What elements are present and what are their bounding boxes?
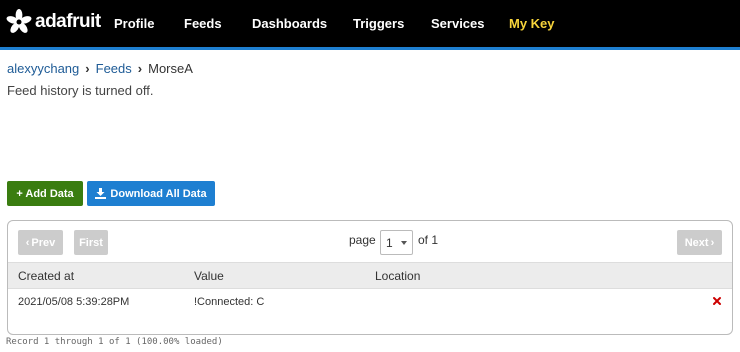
prev-page-button[interactable]: ‹ Prev	[18, 230, 63, 255]
chevron-left-icon: ‹	[25, 236, 30, 249]
adafruit-logo[interactable]: adafruit	[6, 7, 101, 37]
breadcrumb-user-link[interactable]: alexyychang	[7, 61, 79, 76]
chevron-right-icon: ›	[137, 61, 143, 76]
data-table-panel: ‹ Prev First page 1 of 1 Next › Created …	[7, 220, 733, 335]
page-label: page	[349, 233, 376, 247]
nav-feeds[interactable]: Feeds	[184, 0, 222, 47]
nav-dashboards[interactable]: Dashboards	[252, 0, 327, 47]
download-icon	[95, 188, 107, 199]
download-all-data-label: Download All Data	[110, 187, 207, 200]
prev-page-label: Prev	[31, 236, 56, 249]
page-select-value: 1	[386, 235, 393, 250]
chevron-right-icon: ›	[85, 61, 90, 76]
breadcrumb-current: MorseA	[148, 61, 193, 76]
chevron-right-icon: ›	[710, 236, 715, 249]
column-header-value[interactable]: Value	[194, 269, 224, 283]
breadcrumb: alexyychang › Feeds › MorseA	[7, 61, 193, 76]
delete-icon[interactable]	[712, 296, 722, 306]
brand-name: adafruit	[35, 11, 101, 32]
nav-triggers[interactable]: Triggers	[353, 0, 404, 47]
row-created-at: 2021/05/08 5:39:28PM	[18, 296, 130, 308]
records-status: Record 1 through 1 of 1 (100.00% loaded)	[6, 337, 223, 347]
caret-down-icon	[401, 241, 407, 245]
page-select[interactable]: 1	[380, 230, 413, 255]
next-page-label: Next	[684, 236, 709, 249]
download-all-data-button[interactable]: Download All Data	[87, 181, 215, 206]
table-header: Created at Value Location	[8, 262, 732, 289]
first-page-button[interactable]: First	[74, 230, 108, 255]
row-value: !Connected: C	[194, 296, 265, 308]
nav-profile[interactable]: Profile	[114, 0, 154, 47]
nav-services[interactable]: Services	[431, 0, 485, 47]
add-data-button[interactable]: + Add Data	[7, 181, 83, 206]
feed-history-notice: Feed history is turned off.	[7, 83, 154, 98]
navbar-accent-line	[0, 47, 740, 50]
column-header-location[interactable]: Location	[375, 269, 420, 283]
adafruit-flower-icon	[6, 9, 32, 33]
next-page-button[interactable]: Next ›	[677, 230, 722, 255]
breadcrumb-feeds-link[interactable]: Feeds	[96, 61, 132, 76]
page-total-label: of 1	[418, 233, 439, 247]
top-navbar: adafruit Profile Feeds Dashboards Trigge…	[0, 0, 740, 47]
column-header-created-at[interactable]: Created at	[18, 269, 74, 283]
nav-my-key[interactable]: My Key	[509, 0, 555, 47]
